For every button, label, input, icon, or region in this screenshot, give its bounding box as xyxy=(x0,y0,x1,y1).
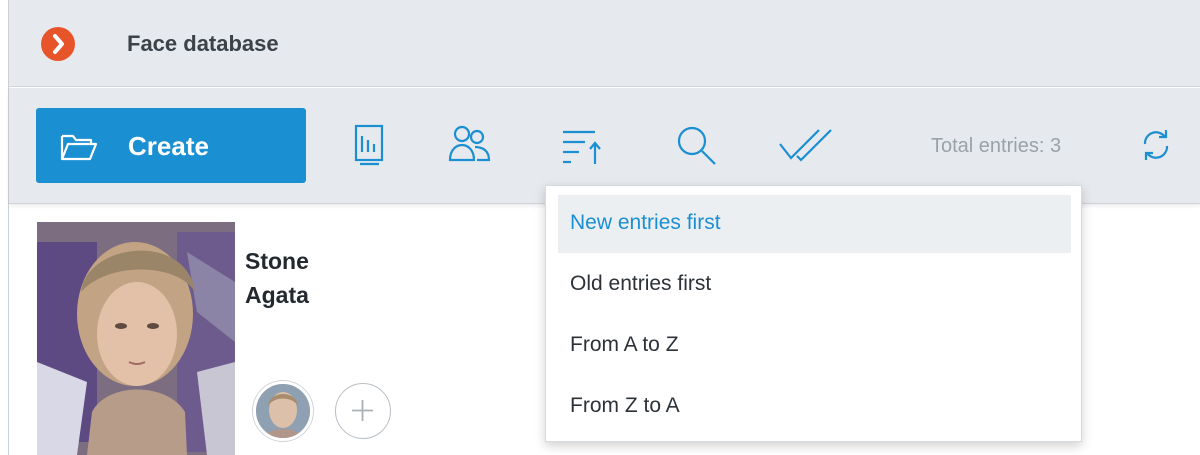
sort-option-a-to-z[interactable]: From A to Z xyxy=(558,317,1071,375)
plus-icon xyxy=(352,400,373,421)
sort-icon[interactable] xyxy=(559,122,605,168)
sort-menu: New entries first Old entries first From… xyxy=(545,185,1082,442)
chevron-right-circle-icon[interactable] xyxy=(41,27,75,61)
create-button-label: Create xyxy=(128,131,209,161)
page-title: Face database xyxy=(127,31,279,56)
create-button[interactable]: Create xyxy=(36,108,306,183)
search-icon[interactable] xyxy=(673,122,719,168)
add-photo-button[interactable] xyxy=(335,383,391,439)
sort-option-old-first[interactable]: Old entries first xyxy=(558,256,1071,314)
check-all-icon[interactable] xyxy=(777,122,835,168)
refresh-icon[interactable] xyxy=(1139,128,1173,162)
folder-icon xyxy=(60,134,98,161)
menu-item-label: New entries first xyxy=(570,211,721,234)
entry-first-name: Agata xyxy=(245,282,309,308)
users-icon[interactable] xyxy=(447,122,493,168)
menu-item-label: From A to Z xyxy=(570,333,679,356)
report-icon[interactable] xyxy=(347,122,393,168)
total-entries-count: Total entries: 3 xyxy=(931,135,1062,157)
menu-item-label: Old entries first xyxy=(570,272,712,295)
sort-option-new-first[interactable]: New entries first xyxy=(558,195,1071,253)
entry-last-name: Stone xyxy=(245,248,309,274)
avatar[interactable] xyxy=(253,381,313,441)
title-bar: Face database xyxy=(9,0,1200,87)
app-window: Face database Create Total entries: 3 St… xyxy=(8,0,1200,455)
menu-item-label: From Z to A xyxy=(570,394,680,417)
sort-option-z-to-a[interactable]: From Z to A xyxy=(558,378,1071,436)
face-photo[interactable] xyxy=(37,222,235,455)
